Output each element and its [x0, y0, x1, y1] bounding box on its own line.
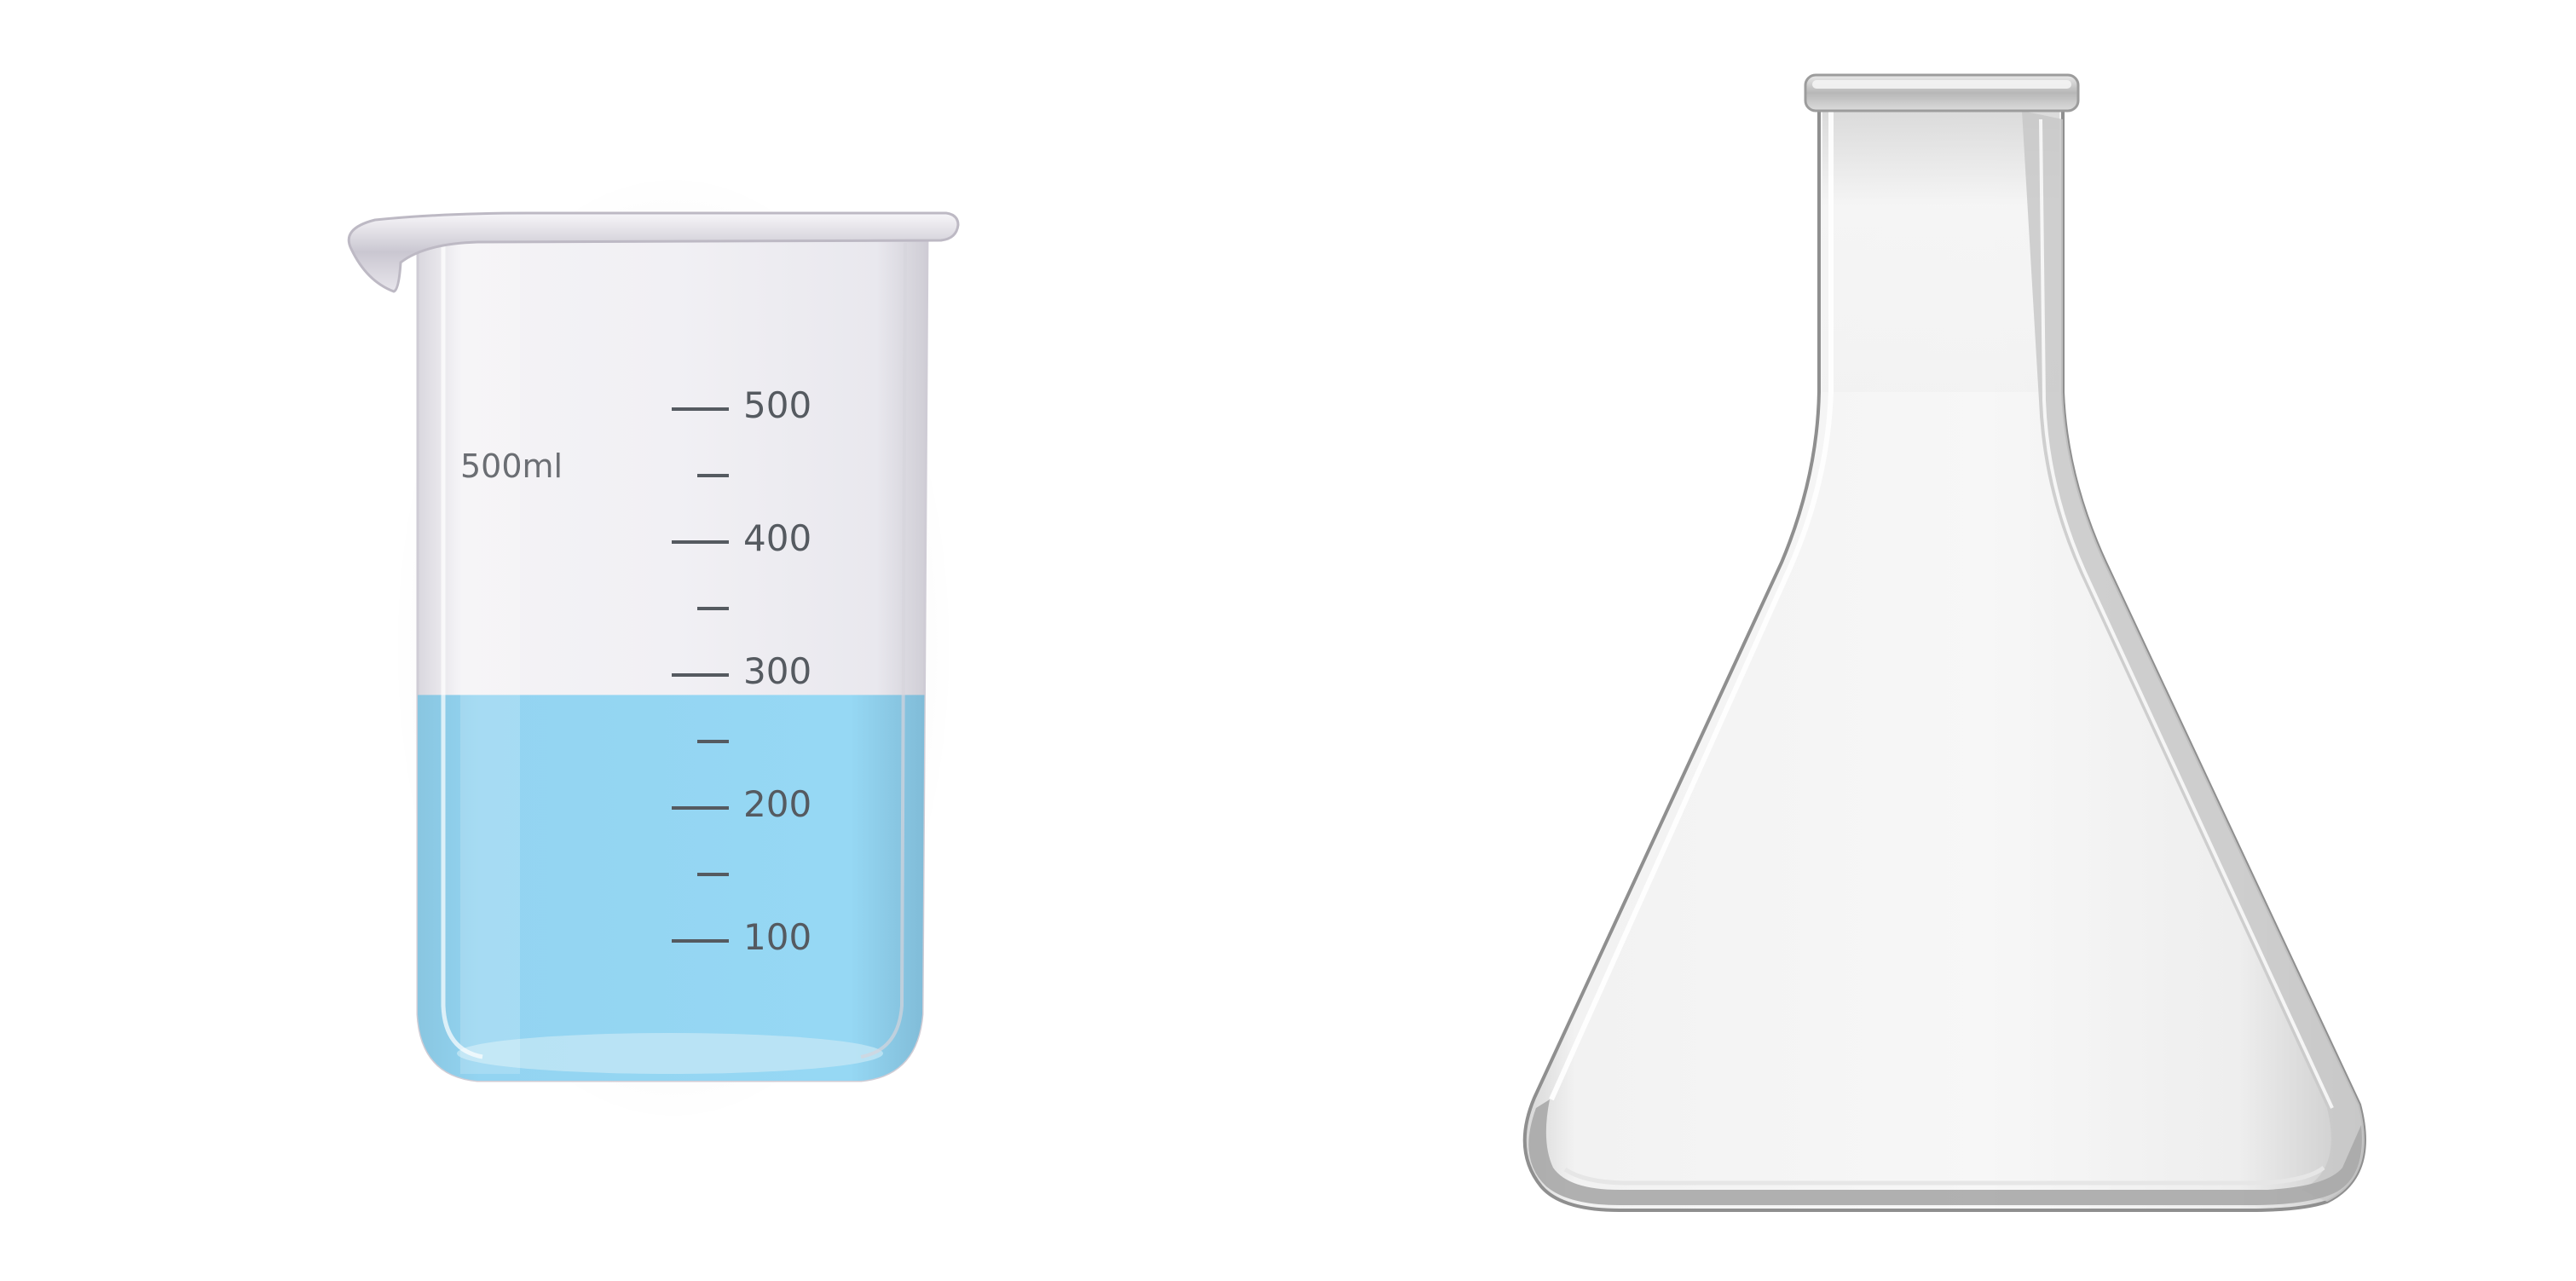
- graduation-label-400: 400: [743, 517, 811, 559]
- graduation-label-300: 300: [743, 650, 811, 692]
- graduation-label-100: 100: [743, 916, 811, 958]
- erlenmeyer-flask: [1522, 73, 2366, 1212]
- lab-glassware-scene: 500ml 500 400 300 200 100: [0, 0, 2576, 1281]
- beaker: 500ml 500 400 300 200 100: [347, 170, 960, 1125]
- glassware-illustration: 500ml 500 400 300 200 100: [347, 73, 2366, 1212]
- beaker-base: [457, 1033, 883, 1074]
- beaker-capacity-label: 500ml: [460, 447, 563, 485]
- graduation-label-200: 200: [743, 783, 811, 825]
- graduation-label-500: 500: [743, 384, 811, 426]
